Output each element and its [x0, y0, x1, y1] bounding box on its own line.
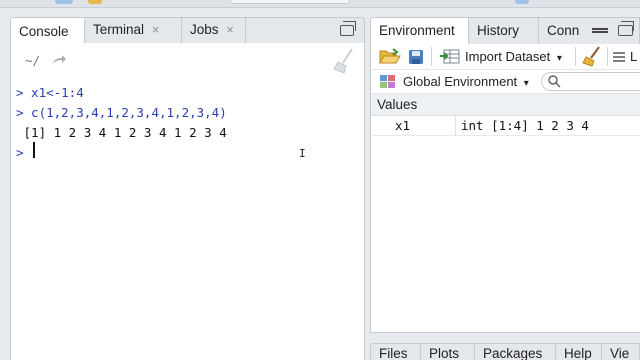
tab-files[interactable]: Files: [371, 344, 421, 360]
import-dataset-icon[interactable]: [440, 49, 460, 70]
tab-terminal[interactable]: Terminal ×: [85, 18, 182, 44]
environment-scope-dropdown[interactable]: Global Environment ▾: [403, 74, 529, 89]
close-icon[interactable]: ×: [226, 22, 234, 37]
maximize-pane-icon[interactable]: [340, 21, 356, 36]
tab-label: Environment: [379, 23, 455, 38]
tab-label: Plots: [429, 346, 460, 360]
console-line: [1] 1 2 3 4 1 2 3 4 1 2 3 4: [16, 125, 227, 140]
save-icon[interactable]: [408, 49, 424, 70]
section-title: Values: [377, 97, 418, 112]
minimize-pane-icon[interactable]: [592, 31, 608, 33]
window-top-strip: [0, 0, 640, 8]
tab-environment[interactable]: Environment: [371, 18, 469, 44]
toolbar-separator: [607, 47, 608, 66]
maximize-pane-icon[interactable]: [618, 21, 634, 36]
tab-plots[interactable]: Plots: [421, 344, 475, 360]
search-input[interactable]: [541, 72, 640, 91]
tab-label: Console: [19, 24, 69, 39]
tab-packages[interactable]: Packages: [475, 344, 556, 360]
mouse-ibeam-icon: I: [299, 147, 306, 160]
import-dataset-label: Import Dataset: [465, 49, 551, 64]
files-tabbar: Files Plots Packages Help Vie: [370, 343, 640, 360]
console-tabbar: Console Terminal × Jobs ×: [10, 17, 365, 44]
view-mode-label[interactable]: L: [630, 49, 637, 64]
environment-scope-bar: Global Environment ▾: [370, 70, 640, 94]
import-dataset-button[interactable]: Import Dataset ▾: [465, 49, 562, 64]
tab-label: Terminal: [93, 22, 145, 37]
variable-value: int [1:4] 1 2 3 4: [461, 118, 589, 133]
working-directory: ~/: [25, 53, 66, 68]
environment-scope-label: Global Environment: [403, 74, 518, 89]
environment-body: [370, 136, 640, 333]
console-prompt[interactable]: >: [16, 145, 31, 160]
toolbar-icon: [88, 0, 102, 4]
tab-viewer[interactable]: Vie: [602, 344, 639, 360]
toolbar-icon: [515, 0, 529, 4]
go-to-directory-icon[interactable]: [52, 53, 66, 68]
toolbar-separator: [575, 47, 576, 66]
tab-label: Vie: [610, 346, 630, 360]
r-environment-icon: [379, 74, 397, 95]
tab-jobs[interactable]: Jobs ×: [182, 18, 246, 44]
table-row[interactable]: x1 int [1:4] 1 2 3 4: [370, 116, 640, 136]
tab-label: Files: [379, 346, 408, 360]
tab-label: Jobs: [190, 22, 219, 37]
console-pane: Console Terminal × Jobs × ~/ > x1<-1:4 >…: [10, 17, 365, 360]
text-caret: [33, 142, 35, 158]
tab-label: Packages: [483, 346, 543, 360]
console-output[interactable]: > x1<-1:4 > c(1,2,3,4,1,2,3,4,1,2,3,4) […: [10, 81, 365, 360]
search-icon: [548, 75, 561, 93]
tab-console[interactable]: Console: [11, 18, 85, 44]
values-section-header: Values: [370, 94, 640, 116]
clear-console-icon[interactable]: [332, 47, 356, 75]
column-divider: [455, 116, 456, 136]
clear-environment-icon[interactable]: [582, 46, 602, 72]
variable-name: x1: [395, 118, 411, 133]
chevron-down-icon: ▾: [523, 78, 529, 89]
console-line: > c(1,2,3,4,1,2,3,4,1,2,3,4): [16, 105, 227, 120]
tab-label: Conn: [547, 23, 580, 38]
environment-pane: Environment History Conn Import Dataset …: [370, 17, 640, 360]
list-view-icon[interactable]: [612, 51, 626, 69]
close-icon[interactable]: ×: [152, 22, 160, 37]
tab-label: Help: [564, 346, 592, 360]
chevron-down-icon: ▾: [556, 53, 562, 64]
environment-toolbar: Import Dataset ▾ L: [370, 44, 640, 70]
tab-history[interactable]: History: [469, 18, 539, 44]
tab-help[interactable]: Help: [556, 344, 602, 360]
tab-label: History: [477, 23, 520, 38]
open-folder-icon[interactable]: [379, 48, 401, 70]
toolbar-separator: [431, 47, 432, 66]
console-line: > x1<-1:4: [16, 85, 84, 100]
environment-tabbar: Environment History Conn: [370, 17, 640, 44]
console-toolbar: ~/: [10, 43, 365, 81]
toolbar-icon: [55, 0, 73, 4]
path-label: ~/: [25, 53, 41, 68]
toolbar-field: [230, 0, 350, 4]
